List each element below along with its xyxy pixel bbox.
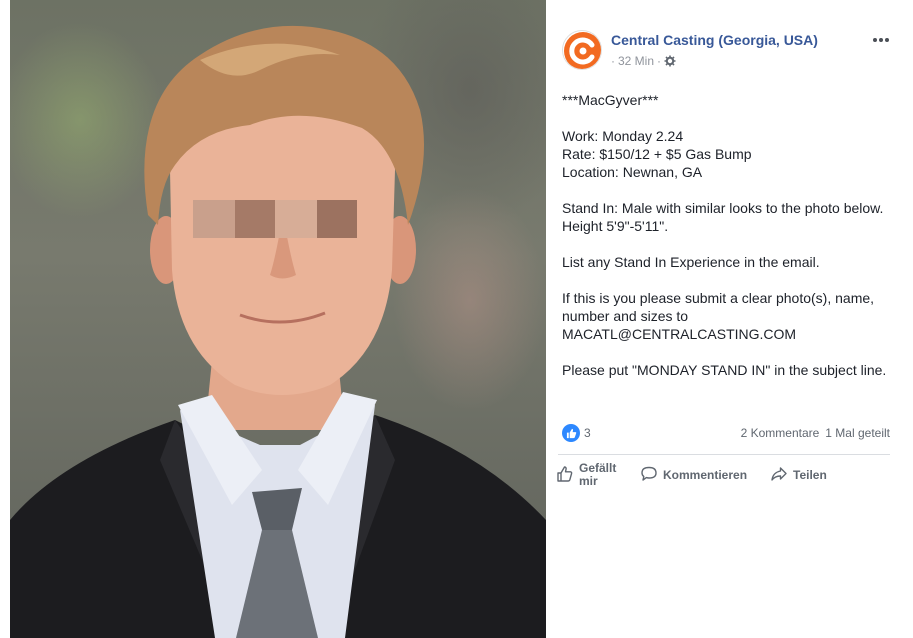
like-label-line1: Gefällt — [579, 461, 617, 475]
central-casting-logo-icon — [564, 32, 601, 69]
shares-count-link[interactable]: 1 Mal geteilt — [825, 426, 890, 440]
like-reaction-icon — [562, 424, 580, 442]
thumbs-up-icon — [556, 465, 574, 486]
post-text-line: Work: Monday 2.24 — [562, 128, 684, 144]
like-button[interactable]: Gefällt mir — [556, 458, 616, 492]
gear-icon[interactable] — [664, 55, 676, 67]
post-text-line: If this is you please submit a clear pho… — [562, 290, 875, 306]
portrait-illustration — [10, 25, 546, 638]
post-panel: Central Casting (Georgia, USA) · 32 Min … — [546, 0, 913, 638]
post-meta: · 32 Min · — [611, 54, 676, 68]
more-options-icon[interactable] — [870, 30, 892, 50]
action-bar: Gefällt mir Kommentieren Teilen — [554, 458, 894, 492]
divider — [558, 454, 890, 455]
share-label: Teilen — [793, 468, 827, 482]
comment-label: Kommentieren — [663, 468, 748, 482]
meta-separator-2: · — [657, 54, 662, 68]
like-label: Gefällt mir — [579, 462, 616, 488]
reaction-summary[interactable]: 3 — [562, 424, 591, 442]
post-time[interactable]: 32 Min — [618, 54, 654, 68]
post-text-line: List any Stand In Experience in the emai… — [562, 254, 820, 270]
page-name-link[interactable]: Central Casting (Georgia, USA) — [611, 32, 818, 48]
reaction-count: 3 — [584, 426, 591, 440]
comment-icon — [640, 465, 658, 486]
email-link[interactable]: MACATL@CENTRALCASTING.COM — [562, 325, 902, 343]
page-avatar[interactable] — [562, 30, 602, 70]
comment-button[interactable]: Kommentieren — [640, 458, 747, 492]
photo-border — [0, 0, 10, 638]
meta-separator: · — [611, 54, 615, 68]
post-text-line: Stand In: Male with similar looks to the… — [562, 200, 884, 216]
post-text-line: Height 5'9"-5'11". — [562, 218, 669, 234]
engagement-counts: 2 Kommentare 1 Mal geteilt — [741, 426, 890, 440]
post-text-line: Location: Newnan, GA — [562, 164, 703, 180]
like-label-line2: mir — [579, 474, 598, 488]
post-text: ***MacGyver*** Work: Monday 2.24 Rate: $… — [562, 91, 902, 379]
post-text-line: ***MacGyver*** — [562, 92, 659, 108]
post-text-line: Rate: $150/12 + $5 Gas Bump — [562, 146, 752, 162]
post-text-line: Please put "MONDAY STAND IN" in the subj… — [562, 362, 887, 378]
share-icon — [770, 465, 788, 486]
post-text-line: number and sizes to — [562, 308, 689, 324]
post-photo[interactable] — [0, 0, 546, 638]
comments-count-link[interactable]: 2 Kommentare — [741, 426, 820, 440]
share-button[interactable]: Teilen — [770, 458, 827, 492]
